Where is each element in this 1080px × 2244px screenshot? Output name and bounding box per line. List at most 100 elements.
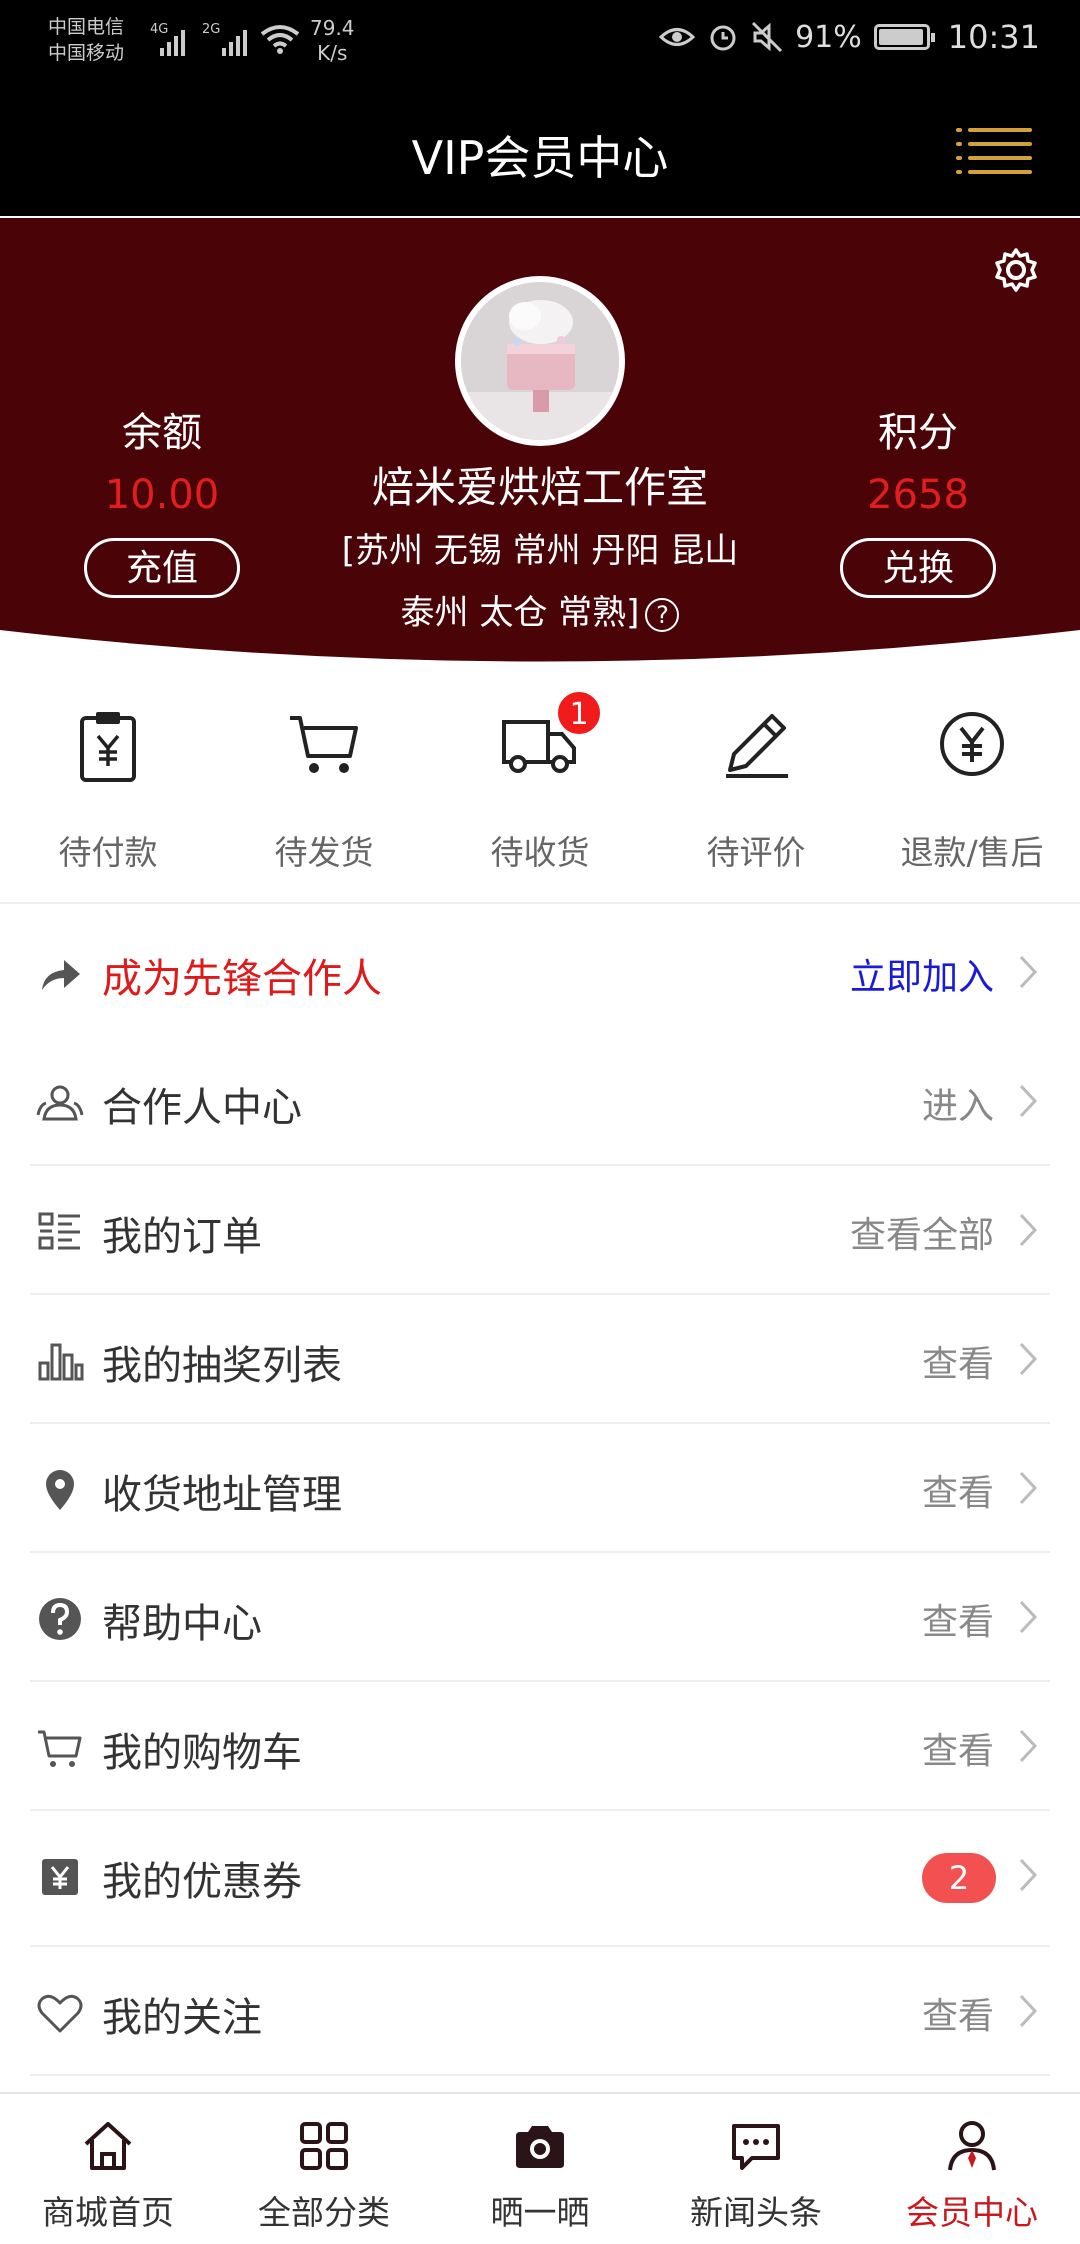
carrier-info: 中国电信 中国移动: [48, 14, 124, 66]
avatar[interactable]: [455, 276, 625, 446]
points-label: 积分: [878, 410, 958, 456]
menu-row-label: 帮助中心: [102, 1601, 262, 1647]
enter-link[interactable]: 进入: [922, 1077, 994, 1129]
menu-row-label: 我的订单: [102, 1214, 262, 1260]
order-pending-payment-label: 待付款: [58, 833, 158, 872]
view-all-link[interactable]: 查看全部: [850, 1206, 994, 1258]
message-icon: [732, 2124, 780, 2170]
settings-gear-icon[interactable]: [992, 246, 1040, 294]
menu-row-address[interactable]: 收货地址管理 查看: [30, 1424, 1050, 1553]
join-now-link[interactable]: 立即加入: [850, 948, 994, 1000]
tab-label: 全部分类: [258, 2193, 390, 2232]
network-speed-unit: K/s: [317, 41, 348, 65]
network-speed-value: 79.4: [310, 16, 355, 40]
cart-icon: [290, 716, 358, 773]
clipboard-yen-icon: [80, 712, 136, 782]
order-pending-receipt[interactable]: 1 待收货: [432, 668, 648, 902]
network-speed: 79.4 K/s: [310, 16, 355, 66]
chevron-right-icon: [1019, 1858, 1038, 1892]
view-link[interactable]: 查看: [922, 1987, 994, 2039]
users-icon: [36, 1085, 84, 1121]
order-pending-receipt-label: 待收货: [490, 833, 590, 872]
avatar-image: [461, 282, 619, 440]
bar-chart-icon: [38, 1343, 84, 1381]
chevron-right-icon: [1019, 955, 1038, 989]
mute-icon: [752, 21, 783, 53]
shop-name: 焙米爱烘焙工作室: [371, 463, 708, 512]
tab-member-center[interactable]: 会员中心: [864, 2094, 1080, 2244]
menu-list: 成为先锋合作人 立即加入 合作人中心 进入 我的订单 查看全部 我的抽奖列表 查…: [0, 908, 1080, 2076]
battery-icon: [873, 24, 935, 50]
camera-icon: [516, 2126, 564, 2168]
service-area-line1: [苏州 无锡 常州 丹阳 昆山: [341, 531, 739, 571]
tab-home[interactable]: 商城首页: [0, 2094, 216, 2244]
tab-share[interactable]: 晒一晒: [432, 2094, 648, 2244]
eye-icon: [659, 28, 696, 46]
tab-label: 会员中心: [906, 2193, 1038, 2232]
order-refund-aftersale-label: 退款/售后: [900, 833, 1044, 872]
coupon-count-badge: 2: [922, 1853, 996, 1903]
order-refund-aftersale[interactable]: 退款/售后: [864, 668, 1080, 902]
share-arrow-icon: [42, 960, 80, 990]
balance-label: 余额: [122, 410, 202, 456]
menu-row-label: 我的抽奖列表: [102, 1343, 342, 1389]
menu-row-label: 我的关注: [102, 1995, 262, 2041]
alarm-icon: [710, 25, 736, 51]
tab-categories[interactable]: 全部分类: [216, 2094, 432, 2244]
menu-row-lottery-list[interactable]: 我的抽奖列表 查看: [30, 1295, 1050, 1424]
chevron-right-icon: [1019, 1600, 1038, 1634]
menu-row-following[interactable]: 我的关注 查看: [30, 1947, 1050, 2076]
tab-label: 晒一晒: [490, 2193, 590, 2232]
chevron-right-icon: [1019, 1471, 1038, 1505]
view-link[interactable]: 查看: [922, 1335, 994, 1387]
signal-icon: [222, 22, 247, 56]
pencil-icon: [726, 714, 788, 778]
menu-row-help-center[interactable]: 帮助中心 查看: [30, 1553, 1050, 1682]
view-link[interactable]: 查看: [922, 1593, 994, 1645]
menu-row-partner-center[interactable]: 合作人中心 进入: [30, 1037, 1050, 1166]
help-circle-icon: [39, 1598, 81, 1640]
menu-row-shopping-cart[interactable]: 我的购物车 查看: [30, 1682, 1050, 1811]
recharge-button[interactable]: 充值: [84, 538, 240, 598]
menu-button[interactable]: [956, 126, 1032, 176]
order-pending-shipment[interactable]: 待发货: [216, 668, 432, 902]
service-area: [苏州 无锡 常州 丹阳 昆山 泰州 太仓 常熟]?: [300, 520, 780, 644]
menu-row-pioneer-partner[interactable]: 成为先锋合作人 立即加入: [30, 908, 1050, 1037]
menu-row-label: 合作人中心: [102, 1085, 302, 1131]
network-type-2: 2G: [202, 22, 221, 37]
list-icon: [38, 1212, 80, 1250]
yen-circle-icon: [940, 712, 1004, 776]
bottom-tab-bar: 商城首页 全部分类 晒一晒 新闻头条 会员中心: [0, 2092, 1080, 2244]
menu-row-label: 我的优惠券: [102, 1859, 302, 1905]
location-pin-icon: [46, 1470, 74, 1510]
battery-percent: 91%: [795, 19, 862, 55]
grid-icon: [300, 2122, 348, 2170]
tab-news[interactable]: 新闻头条: [648, 2094, 864, 2244]
chevron-right-icon: [1019, 1342, 1038, 1376]
menu-row-coupons[interactable]: 我的优惠券 2: [30, 1811, 1050, 1947]
order-pending-payment[interactable]: 待付款: [0, 668, 216, 902]
view-link[interactable]: 查看: [922, 1464, 994, 1516]
menu-row-label: 我的购物车: [102, 1730, 302, 1776]
heart-icon: [37, 1994, 83, 2033]
chevron-right-icon: [1019, 1213, 1038, 1247]
profile-header: 余额 10.00 充值 积分 2658 兑换 焙米爱烘焙工作室 [苏州 无锡 常…: [0, 218, 1080, 666]
chevron-right-icon: [1019, 1994, 1038, 2028]
home-icon: [84, 2122, 132, 2170]
order-pending-shipment-label: 待发货: [274, 833, 374, 872]
tab-label: 商城首页: [42, 2193, 174, 2232]
chevron-right-icon: [1019, 1084, 1038, 1118]
coupon-yen-icon: [42, 1859, 78, 1895]
chevron-right-icon: [1019, 1729, 1038, 1763]
wifi-icon: [260, 25, 300, 54]
exchange-button[interactable]: 兑换: [840, 538, 996, 598]
cart-icon: [38, 1730, 82, 1767]
view-link[interactable]: 查看: [922, 1722, 994, 1774]
service-area-line2: 泰州 太仓 常熟]: [400, 593, 640, 633]
order-pending-review[interactable]: 待评价: [648, 668, 864, 902]
menu-row-my-orders[interactable]: 我的订单 查看全部: [30, 1166, 1050, 1295]
service-area-help-icon[interactable]: ?: [645, 597, 680, 632]
clock: 10:31: [947, 18, 1040, 56]
menu-row-label: 成为先锋合作人: [102, 956, 382, 1002]
menu-row-label: 收货地址管理: [102, 1472, 342, 1518]
